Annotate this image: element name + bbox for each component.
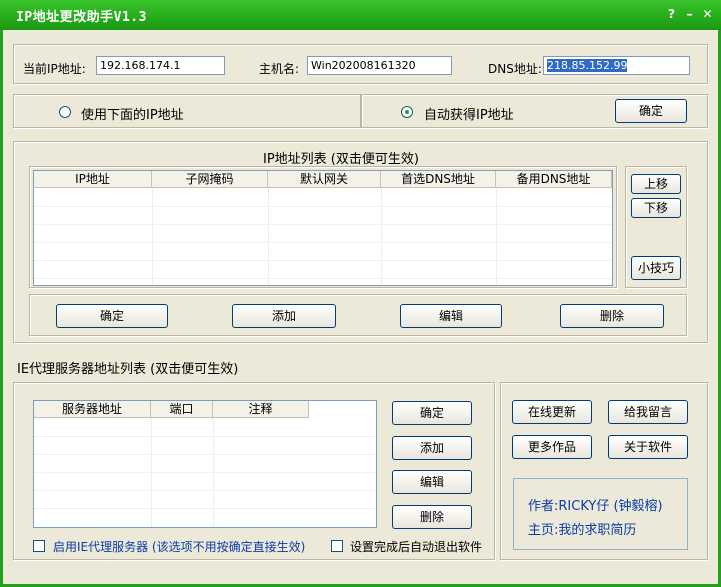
current-ip-field[interactable]: 192.168.174.1: [96, 56, 225, 75]
ip-list-table[interactable]: IP地址 子网掩码 默认网关 首选DNS地址 备用DNS地址: [33, 170, 613, 286]
online-update-button[interactable]: 在线更新: [512, 400, 592, 424]
minimize-button[interactable]: –: [682, 6, 697, 22]
auto-exit-label: 设置完成后自动退出软件: [350, 540, 483, 554]
hostname-label: 主机名:: [259, 62, 300, 76]
auto-exit-checkbox[interactable]: [331, 540, 343, 552]
app-window: IP地址更改助手V1.3 ? – ✕ 当前IP地址: 192.168.174.1…: [0, 0, 721, 587]
author-text: 作者:RICKY仔 (钟毅榕): [528, 499, 663, 514]
col-dns2[interactable]: 备用DNS地址: [496, 171, 612, 188]
ip-list-title: IP地址列表 (双击便可生效): [263, 152, 419, 167]
leave-message-button[interactable]: 给我留言: [608, 400, 688, 424]
proxy-list-title: IE代理服务器地址列表 (双击便可生效): [17, 362, 239, 377]
proxy-edit-button[interactable]: 编辑: [392, 470, 472, 494]
dns-field[interactable]: 218.85.152.99: [543, 56, 690, 75]
manual-ip-radio[interactable]: [59, 106, 71, 118]
move-down-button[interactable]: 下移: [631, 198, 681, 218]
dns-value: 218.85.152.99: [547, 59, 628, 72]
auto-ip-radio[interactable]: [401, 106, 413, 118]
col-subnet[interactable]: 子网掩码: [152, 171, 268, 188]
homepage-link[interactable]: 主页:我的求职简历: [528, 519, 636, 538]
tips-button[interactable]: 小技巧: [631, 256, 681, 280]
ip-edit-button[interactable]: 编辑: [400, 304, 502, 328]
proxy-delete-button[interactable]: 删除: [392, 505, 472, 529]
ip-add-button[interactable]: 添加: [232, 304, 336, 328]
ip-delete-button[interactable]: 删除: [560, 304, 664, 328]
hostname-field[interactable]: Win202008161320: [307, 56, 452, 75]
col-port[interactable]: 端口: [151, 401, 213, 418]
title-bar[interactable]: IP地址更改助手V1.3 ? – ✕: [0, 0, 721, 30]
enable-proxy-checkbox[interactable]: [33, 540, 45, 552]
client-area: 当前IP地址: 192.168.174.1 主机名: Win2020081613…: [3, 30, 718, 584]
ip-list-header: IP地址 子网掩码 默认网关 首选DNS地址 备用DNS地址: [34, 171, 612, 188]
proxy-list-table[interactable]: 服务器地址 端口 注释: [33, 400, 377, 528]
col-gateway[interactable]: 默认网关: [268, 171, 381, 188]
col-dns1[interactable]: 首选DNS地址: [381, 171, 496, 188]
window-title: IP地址更改助手V1.3: [16, 10, 147, 25]
move-up-button[interactable]: 上移: [631, 174, 681, 194]
close-button[interactable]: ✕: [700, 6, 715, 22]
manual-ip-label: 使用下面的IP地址: [81, 108, 184, 123]
col-server[interactable]: 服务器地址: [34, 401, 151, 418]
proxy-list-header: 服务器地址 端口 注释: [34, 401, 309, 418]
dns-label: DNS地址:: [488, 62, 542, 76]
enable-proxy-label: 启用IE代理服务器 (该选项不用按确定直接生效): [53, 540, 306, 554]
mode-confirm-button[interactable]: 确定: [615, 99, 687, 123]
about-button[interactable]: 关于软件: [608, 435, 688, 459]
more-works-button[interactable]: 更多作品: [512, 435, 592, 459]
author-info-box: 作者:RICKY仔 (钟毅榕) 主页:我的求职简历: [513, 478, 688, 550]
proxy-add-button[interactable]: 添加: [392, 436, 472, 460]
proxy-confirm-button[interactable]: 确定: [392, 401, 472, 425]
ip-confirm-button[interactable]: 确定: [56, 304, 168, 328]
col-comment[interactable]: 注释: [213, 401, 309, 418]
help-button[interactable]: ?: [664, 6, 679, 22]
col-ip[interactable]: IP地址: [34, 171, 152, 188]
current-ip-label: 当前IP地址:: [23, 62, 86, 76]
auto-ip-label: 自动获得IP地址: [424, 108, 514, 123]
